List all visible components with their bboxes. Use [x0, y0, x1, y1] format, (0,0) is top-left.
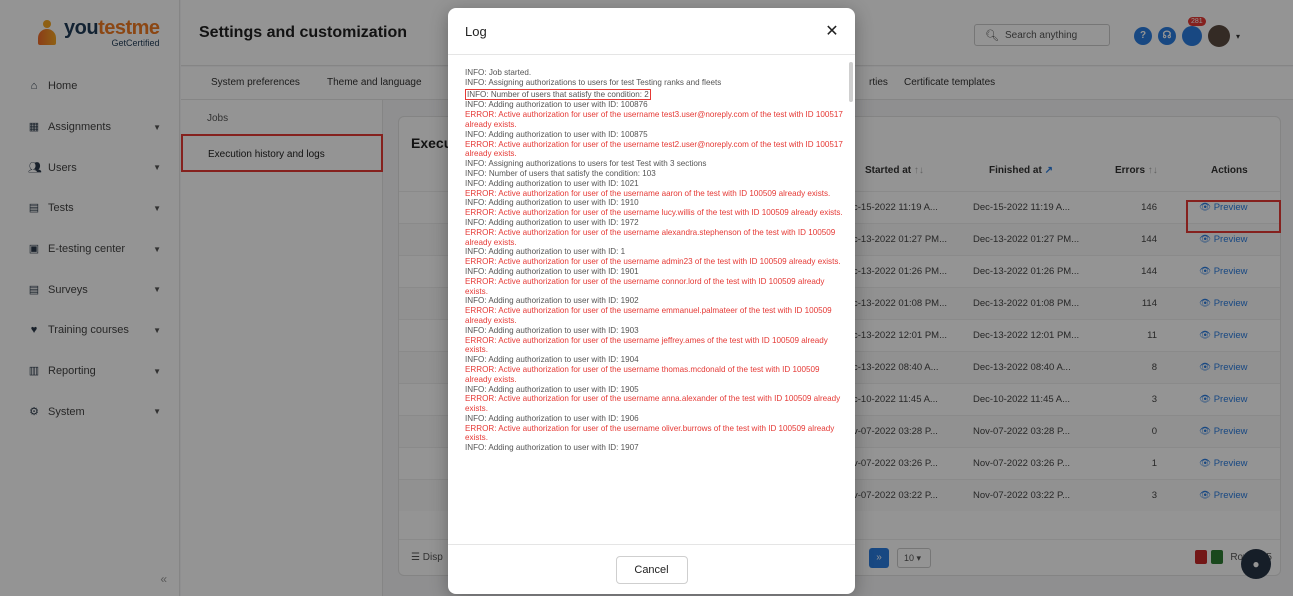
log-error-line: ERROR: Active authorization for user of … — [465, 364, 822, 384]
log-info-line: INFO: Adding authorization to user with … — [465, 247, 626, 257]
log-error-line: ERROR: Active authorization for user of … — [465, 257, 841, 267]
log-info-line: INFO: Adding authorization to user with … — [465, 198, 639, 208]
log-info-line: INFO: Adding authorization to user with … — [465, 413, 639, 423]
log-error-line: ERROR: Active authorization for user of … — [465, 139, 846, 159]
log-error-line: ERROR: Active authorization for user of … — [465, 423, 837, 443]
log-info-line: INFO: Number of users that satisfy the c… — [465, 88, 651, 101]
log-error-line: ERROR: Active authorization for user of … — [465, 306, 834, 325]
modal-footer: Cancel — [448, 544, 855, 594]
log-error-line: ERROR: Active authorization for user of … — [465, 335, 831, 355]
log-content[interactable]: INFO: Job started. INFO: Assigning author… — [448, 56, 855, 552]
log-info-line: INFO: Adding authorization to user with … — [465, 266, 639, 276]
log-error-line: ERROR: Active authorization for user of … — [465, 188, 831, 198]
log-modal: Log ✕ INFO: Job started. INFO: Assigning … — [448, 8, 855, 594]
log-info-line: INFO: Assigning authorizations to users … — [465, 159, 707, 169]
modal-header: Log ✕ — [448, 8, 855, 55]
log-info-line: INFO: Adding authorization to user with … — [465, 443, 639, 453]
log-scrollbar[interactable] — [849, 62, 853, 102]
log-info-line: INFO: Adding authorization to user with … — [465, 217, 639, 227]
log-info-line: INFO: Adding authorization to user with … — [465, 178, 639, 188]
log-info-line: INFO: Adding authorization to user with … — [465, 296, 639, 306]
log-info-line: INFO: Number of users that satisfy the c… — [465, 168, 656, 178]
log-error-line: ERROR: Active authorization for user of … — [465, 227, 838, 247]
log-error-line: ERROR: Active authorization for user of … — [465, 110, 846, 129]
log-info-line: INFO: Adding authorization to user with … — [465, 129, 648, 139]
log-error-line: ERROR: Active authorization for user of … — [465, 276, 827, 296]
log-info-line: INFO: Adding authorization to user with … — [465, 384, 639, 394]
log-error-line: ERROR: Active authorization for user of … — [465, 394, 843, 414]
cancel-button[interactable]: Cancel — [615, 555, 688, 584]
log-info-line: INFO: Adding authorization to user with … — [465, 100, 648, 110]
close-icon[interactable]: ✕ — [817, 21, 847, 41]
modal-title: Log — [465, 23, 487, 39]
log-info-line: INFO: Job started. — [465, 68, 532, 77]
log-info-line: INFO: Assigning authorizations to users … — [465, 77, 722, 87]
log-error-line: ERROR: Active authorization for user of … — [465, 208, 843, 218]
log-info-line: INFO: Adding authorization to user with … — [465, 325, 639, 335]
log-info-line: INFO: Adding authorization to user with … — [465, 355, 639, 365]
